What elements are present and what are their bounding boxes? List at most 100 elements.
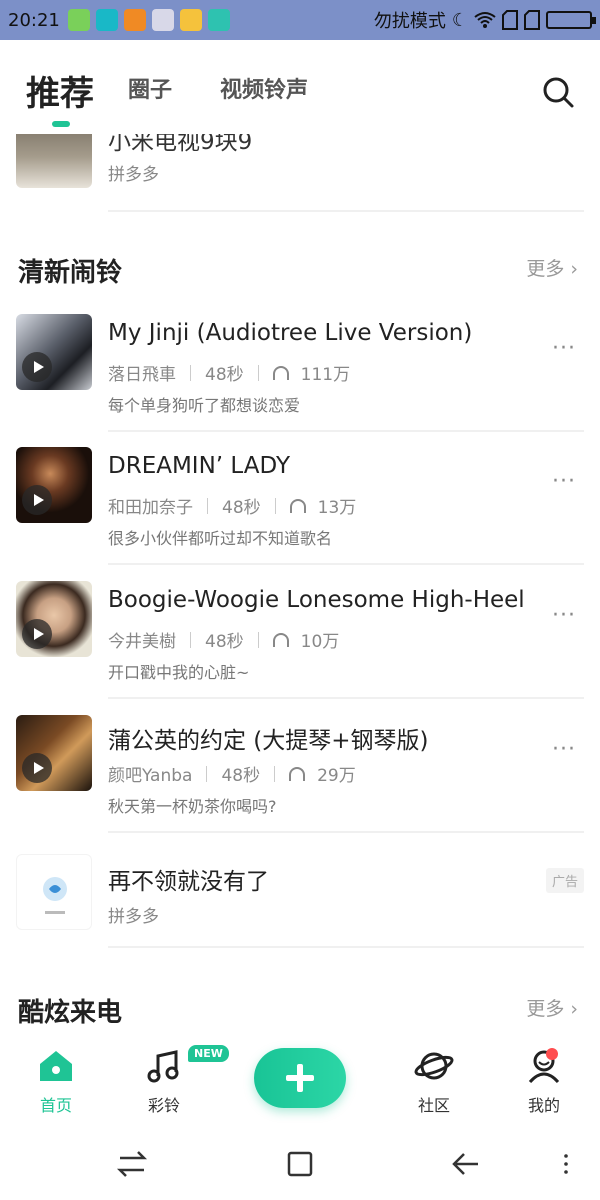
tab-recommend[interactable]: 推荐	[26, 66, 94, 115]
song-artist: 今井美樹	[108, 632, 176, 652]
divider	[206, 765, 208, 782]
usb-icon	[207, 9, 230, 31]
planet-icon	[414, 1052, 454, 1080]
more-options-icon[interactable]: ···	[552, 336, 576, 361]
wifi-icon	[474, 12, 496, 28]
tab-video-ringtone[interactable]: 视频铃声	[220, 72, 308, 104]
play-icon[interactable]	[22, 352, 52, 382]
active-tab-indicator	[52, 121, 70, 127]
sim2-icon	[524, 10, 540, 30]
ad-item[interactable]: 再不领就没有了 拼多多 广告	[0, 854, 600, 954]
sim1-icon	[502, 10, 518, 30]
music-note-icon	[147, 1050, 179, 1083]
more-options-icon[interactable]: ···	[552, 603, 576, 628]
ad-title: 再不领就没有了	[108, 869, 269, 895]
nav-community-label: 社区	[417, 1096, 450, 1115]
notification-dot	[546, 1048, 558, 1060]
new-badge: NEW	[188, 1045, 229, 1062]
song-artist: 和田加奈子	[108, 498, 193, 518]
headphone-icon	[289, 766, 306, 781]
menu-icon[interactable]	[548, 1146, 584, 1182]
divider	[108, 563, 584, 565]
section-title-cool-call: 酷炫来电	[18, 998, 123, 1028]
divider	[190, 364, 191, 381]
home-icon	[40, 1051, 72, 1081]
song-title: My Jinji (Audiotree Live Version)	[108, 320, 473, 346]
list-item[interactable]: Boogie-Woogie Lonesome High-Heel 今井美樹 48…	[0, 581, 600, 711]
more-options-icon[interactable]: ···	[552, 737, 576, 762]
list-item[interactable]: 蒲公英的约定 (大提琴+钢琴版) 颜吧Yanba 48秒 29万 秋天第一杯奶茶…	[0, 715, 600, 845]
notification-app-icon	[67, 9, 90, 31]
song-meta: 今井美樹 48秒 10万	[108, 627, 339, 652]
status-time: 20:21	[8, 9, 60, 31]
divider	[108, 831, 584, 833]
ad-thumbnail	[16, 854, 92, 930]
add-button[interactable]	[254, 1048, 346, 1108]
song-title: DREAMIN’ LADY	[108, 453, 290, 479]
partial-ad-item[interactable]: 小米电视9块9 拼多多	[0, 134, 600, 214]
nav-community[interactable]: 社区	[394, 1048, 474, 1116]
album-cover	[16, 715, 92, 791]
warning-icon	[123, 9, 146, 31]
album-cover	[16, 447, 92, 523]
divider	[257, 631, 259, 648]
divider	[108, 430, 584, 432]
top-tab-bar: 推荐 圈子 视频铃声	[0, 40, 600, 134]
song-desc: 每个单身狗听了都想谈恋爱	[108, 396, 301, 415]
section-title-fresh-alarm: 清新闹铃	[18, 258, 123, 288]
tv-thumbnail	[16, 134, 92, 188]
song-plays: 111万	[300, 365, 351, 385]
notification-weibo-icon	[95, 9, 118, 31]
divider	[257, 364, 259, 381]
back-icon[interactable]	[448, 1146, 484, 1182]
play-icon[interactable]	[22, 485, 52, 515]
song-title: 蒲公英的约定 (大提琴+钢琴版)	[108, 728, 429, 754]
song-duration: 48秒	[222, 498, 261, 518]
song-desc: 秋天第一杯奶茶你喝吗?	[108, 797, 277, 816]
list-item[interactable]: DREAMIN’ LADY 和田加奈子 48秒 13万 很多小伙伴都听过却不知道…	[0, 447, 600, 577]
headphone-icon	[289, 498, 306, 513]
divider	[108, 210, 584, 212]
nav-ringtone-label: 彩铃	[147, 1096, 180, 1115]
play-icon[interactable]	[22, 753, 52, 783]
profile-icon	[528, 1050, 560, 1084]
battery-icon	[546, 11, 596, 29]
song-artist: 落日飛車	[108, 365, 176, 385]
nav-mine[interactable]: 我的	[504, 1048, 584, 1116]
song-meta: 和田加奈子 48秒 13万	[108, 493, 356, 518]
tab-circle[interactable]: 圈子	[128, 72, 172, 104]
nav-home-label: 首页	[39, 1096, 72, 1115]
status-bar: 20:21 勿扰模式 ☾	[0, 0, 600, 40]
feed-content[interactable]: 小米电视9块9 拼多多 清新闹铃 更多 › My Jinji (Audiotre…	[0, 134, 600, 1040]
section-more-link[interactable]: 更多 ›	[526, 994, 578, 1021]
song-duration: 48秒	[205, 365, 244, 385]
folder-icon	[179, 9, 202, 31]
partial-item-title: 小米电视9块9	[108, 134, 253, 155]
divider	[108, 946, 584, 948]
divider	[274, 497, 276, 514]
album-cover	[16, 581, 92, 657]
nav-home[interactable]: 首页	[16, 1048, 96, 1116]
section-more-link[interactable]: 更多 ›	[526, 254, 578, 281]
song-desc: 开口戳中我的心脏~	[108, 663, 250, 682]
list-item[interactable]: My Jinji (Audiotree Live Version) 落日飛車 4…	[0, 314, 600, 444]
switch-icon[interactable]	[114, 1146, 150, 1182]
search-icon[interactable]	[540, 74, 576, 110]
song-desc: 很多小伙伴都听过却不知道歌名	[108, 529, 333, 548]
partial-item-source: 拼多多	[108, 165, 159, 185]
system-nav-bar	[0, 1128, 600, 1200]
home-square-icon[interactable]	[282, 1146, 318, 1182]
divider	[274, 765, 276, 782]
song-meta: 落日飛車 48秒 111万	[108, 360, 350, 385]
song-artist: 颜吧Yanba	[108, 766, 193, 786]
song-duration: 48秒	[221, 766, 261, 786]
play-icon[interactable]	[22, 619, 52, 649]
song-plays: 13万	[317, 498, 357, 518]
dnd-label: 勿扰模式	[373, 11, 446, 32]
nav-mine-label: 我的	[527, 1096, 560, 1115]
song-duration: 48秒	[205, 632, 244, 652]
ad-logo-icon	[43, 877, 67, 914]
divider	[207, 497, 208, 514]
more-options-icon[interactable]: ···	[552, 469, 576, 494]
album-cover	[16, 314, 92, 390]
